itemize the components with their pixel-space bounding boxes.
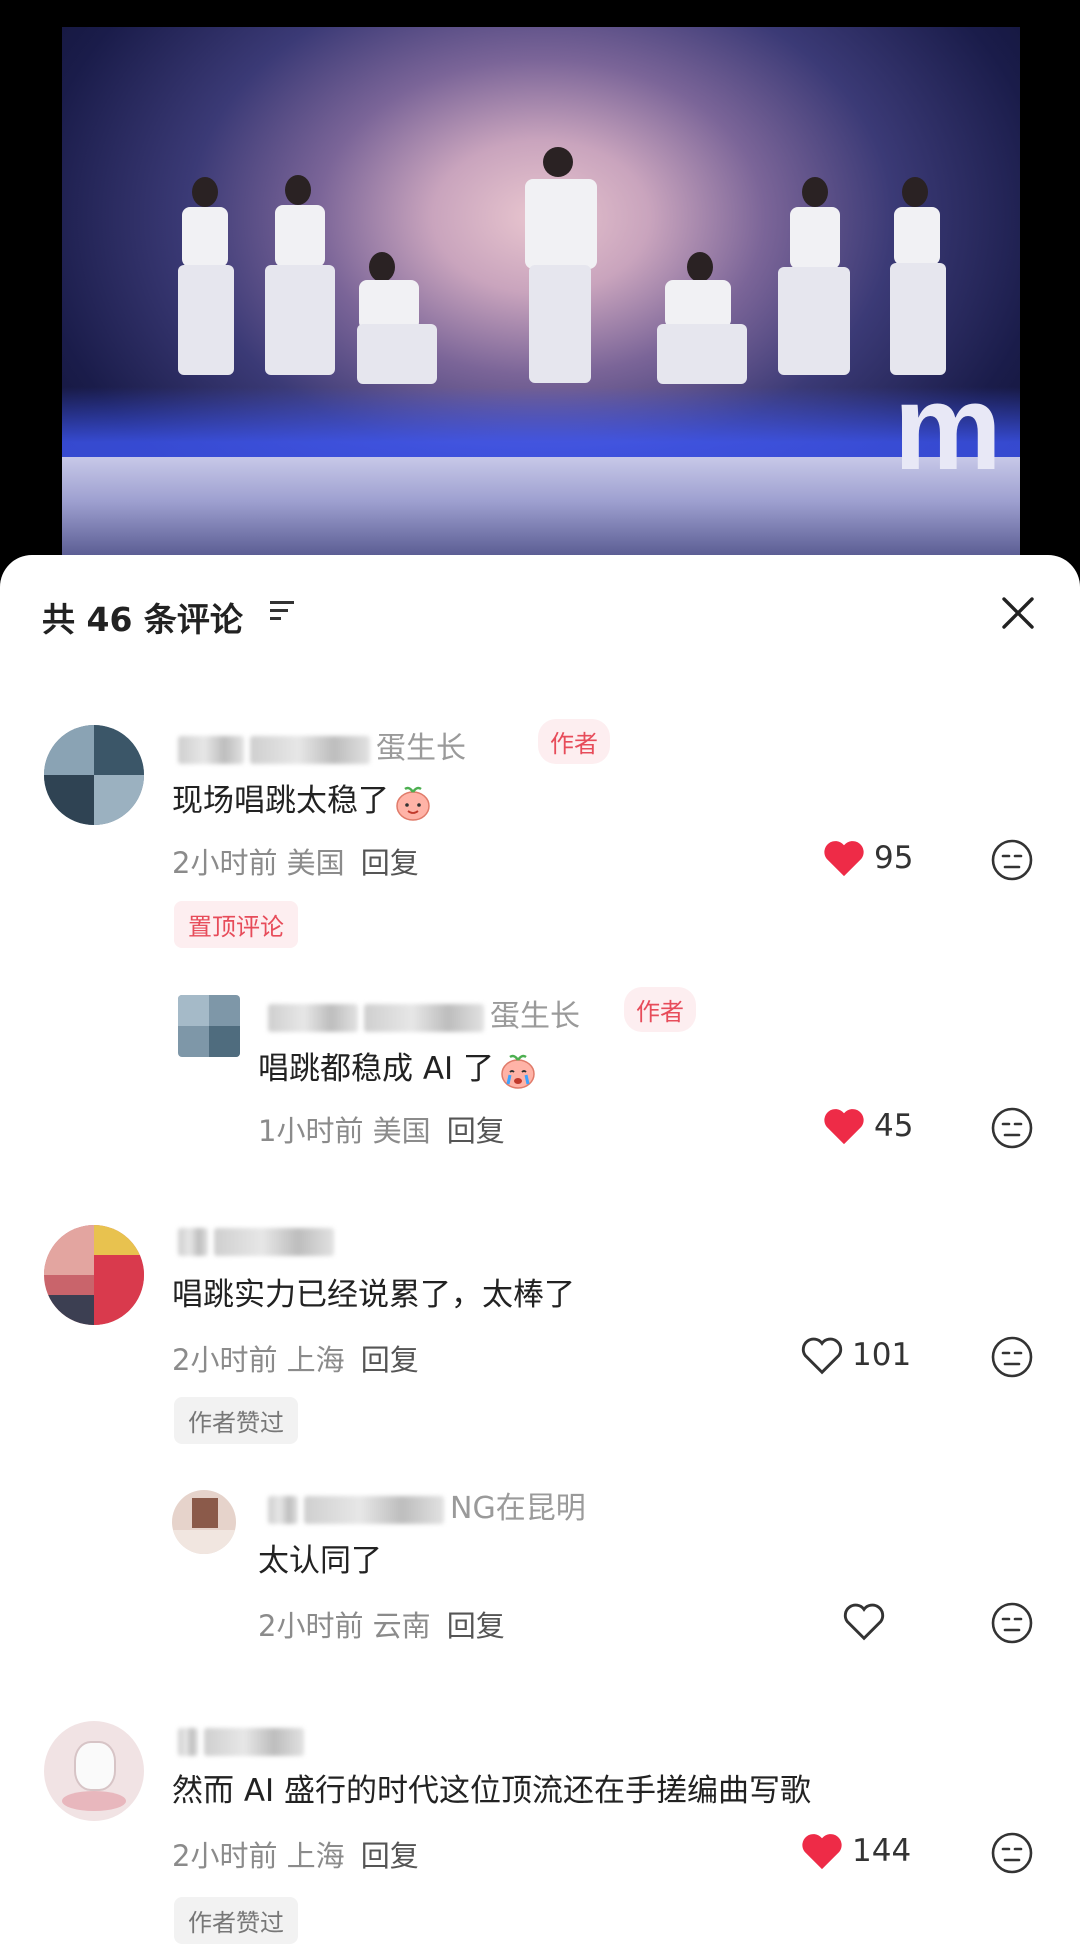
smiling-peach-emoji bbox=[396, 786, 430, 821]
close-icon[interactable] bbox=[998, 593, 1038, 633]
like-count: 101 bbox=[852, 1337, 912, 1373]
username[interactable]: 蛋生长 bbox=[178, 723, 466, 767]
dislike-face-icon[interactable] bbox=[990, 838, 1034, 882]
dislike-face-icon[interactable] bbox=[990, 1335, 1034, 1379]
avatar[interactable] bbox=[44, 1225, 144, 1325]
sheet-header: 共 46 条评论 bbox=[0, 555, 1080, 665]
comment-text: 现场唱跳太稳了 bbox=[172, 775, 433, 823]
dislike-face-icon[interactable] bbox=[990, 1831, 1034, 1875]
author-badge: 作者 bbox=[624, 987, 696, 1032]
like-count: 95 bbox=[874, 840, 914, 876]
comment-count: 共 46 条评论 bbox=[42, 600, 243, 639]
comment-sheet: 共 46 条评论 蛋生长 作者 现场唱跳太稳了 2小时前 美国 回复 95 置顶… bbox=[0, 555, 1080, 1946]
like-count: 144 bbox=[852, 1833, 912, 1869]
heart-outline-icon bbox=[843, 1603, 885, 1641]
heart-filled-icon bbox=[824, 1109, 864, 1145]
like-button[interactable]: 95 bbox=[822, 838, 913, 878]
comment-text: 唱跳实力已经说累了，太棒了 bbox=[172, 1277, 575, 1313]
author-badge: 作者 bbox=[538, 719, 610, 764]
blurred-username bbox=[214, 1227, 334, 1256]
blurred-username bbox=[204, 1727, 304, 1756]
comment-text: 唱跳都稳成 AI 了 bbox=[258, 1043, 538, 1091]
heart-filled-icon bbox=[824, 841, 864, 877]
comment-text: 然而 AI 盛行的时代这位顶流还在手搓编曲写歌 bbox=[172, 1773, 812, 1809]
comment-meta: 1小时前 美国 回复 bbox=[258, 1114, 505, 1148]
dislike-face-icon[interactable] bbox=[990, 1601, 1034, 1645]
avatar[interactable] bbox=[44, 725, 144, 825]
comment-meta: 2小时前 上海 回复 bbox=[172, 1839, 419, 1873]
reply-button[interactable]: 回复 bbox=[447, 1609, 505, 1643]
like-button[interactable]: 45 bbox=[822, 1106, 913, 1146]
video-player[interactable]: m bbox=[0, 0, 1080, 575]
comment-text: 太认同了 bbox=[258, 1543, 382, 1579]
blurred-username bbox=[268, 1495, 298, 1524]
like-count: 45 bbox=[874, 1108, 914, 1144]
blurred-username bbox=[178, 735, 244, 764]
dislike-face-icon[interactable] bbox=[990, 1106, 1034, 1150]
pinned-comment-tag: 置顶评论 bbox=[174, 901, 298, 948]
heart-filled-icon bbox=[802, 1834, 842, 1870]
username[interactable]: 蛋生长 bbox=[268, 991, 580, 1035]
heart-outline-icon bbox=[801, 1337, 843, 1375]
like-button[interactable]: 144 bbox=[800, 1831, 911, 1871]
sort-lines-icon[interactable] bbox=[270, 599, 296, 623]
blurred-username bbox=[178, 1727, 198, 1756]
comment-meta: 2小时前 云南 回复 bbox=[258, 1609, 505, 1643]
reply-button[interactable]: 回复 bbox=[361, 1839, 419, 1873]
author-liked-tag: 作者赞过 bbox=[174, 1397, 298, 1444]
avatar[interactable] bbox=[44, 1721, 144, 1821]
crying-peach-emoji bbox=[501, 1054, 535, 1089]
blurred-username bbox=[304, 1495, 444, 1524]
blurred-username bbox=[178, 1227, 208, 1256]
author-liked-tag: 作者赞过 bbox=[174, 1897, 298, 1944]
username[interactable]: NG在昆明 bbox=[268, 1483, 586, 1527]
blurred-username bbox=[268, 1003, 358, 1032]
blurred-username bbox=[250, 735, 370, 764]
blurred-username bbox=[364, 1003, 484, 1032]
avatar[interactable] bbox=[178, 995, 240, 1057]
reply-button[interactable]: 回复 bbox=[447, 1114, 505, 1148]
comment-item: 然而 AI 盛行的时代这位顶流还在手搓编曲写歌 2小时前 上海 回复 144 作者… bbox=[0, 555, 1080, 1944]
avatar[interactable] bbox=[172, 1490, 236, 1554]
stage-logo: m bbox=[893, 359, 1003, 495]
username[interactable] bbox=[178, 1723, 310, 1758]
username[interactable] bbox=[178, 1223, 340, 1258]
reply-button[interactable]: 回复 bbox=[361, 1343, 419, 1377]
video-frame: m bbox=[62, 27, 1020, 555]
reply-button[interactable]: 回复 bbox=[361, 846, 419, 880]
stage-floor bbox=[62, 457, 1020, 555]
like-button[interactable] bbox=[842, 1601, 894, 1641]
comment-meta: 2小时前 上海 回复 bbox=[172, 1343, 419, 1377]
comment-meta: 2小时前 美国 回复 bbox=[172, 846, 419, 880]
like-button[interactable]: 101 bbox=[800, 1335, 911, 1375]
